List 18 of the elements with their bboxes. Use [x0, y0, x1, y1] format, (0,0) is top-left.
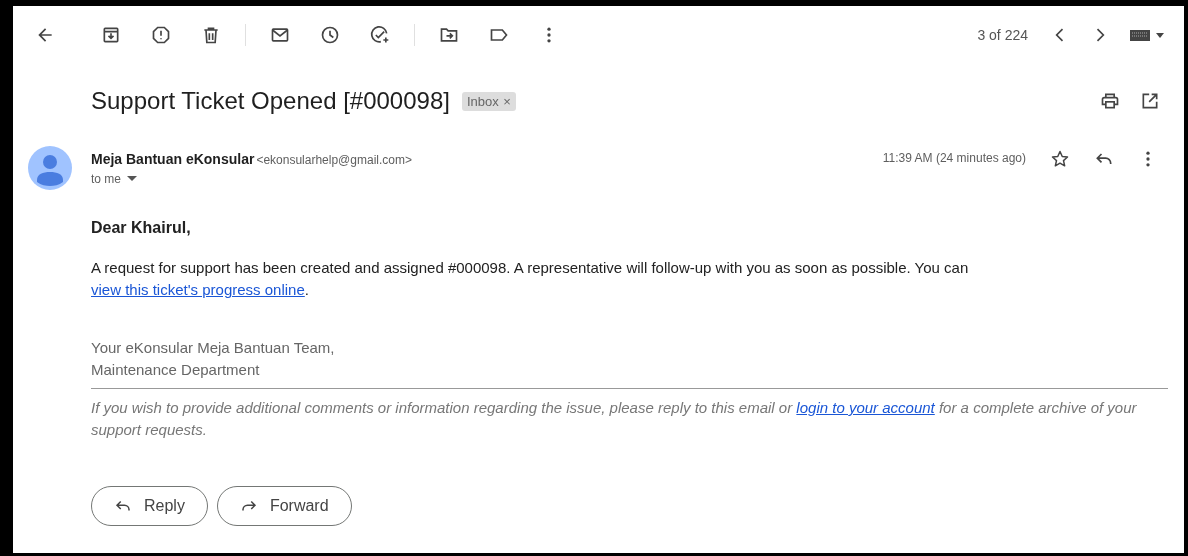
sender-email: <ekonsularhelp@gmail.com> [256, 153, 412, 167]
signature-line: Your eKonsular Meja Bantuan Team, [91, 338, 336, 358]
avatar-icon [28, 146, 72, 190]
reply-button[interactable]: Reply [91, 486, 208, 526]
email-subject: Support Ticket Opened [#000098] [91, 87, 450, 115]
page-counter: 3 of 224 [977, 27, 1028, 43]
greeting: Dear Khairul, [91, 219, 192, 237]
forward-button[interactable]: Forward [216, 486, 352, 526]
signature-line: Maintenance Department [91, 360, 261, 380]
message-time: 11:39 AM (24 minutes ago) [882, 151, 1026, 165]
ticket-progress-link[interactable]: view this ticket's progress online [91, 281, 305, 298]
inbox-label-chip[interactable]: Inbox × [461, 91, 516, 111]
footer-note: If you wish to provide additional comments or information regarding the issue, please reply to this email or login to your account for a complete archive of your support requests. [91, 398, 1138, 440]
login-link[interactable]: login to your account [796, 399, 935, 416]
recipient-dropdown[interactable]: to me [91, 172, 137, 186]
sender-name: Meja Bantuan eKonsular [91, 151, 255, 167]
caret-icon [127, 176, 137, 182]
message-paragraph: A request for support has been created and assigned #000098. A representative will follow-up with you as soon as possible. You can view this ticket's progress online. [91, 258, 970, 300]
